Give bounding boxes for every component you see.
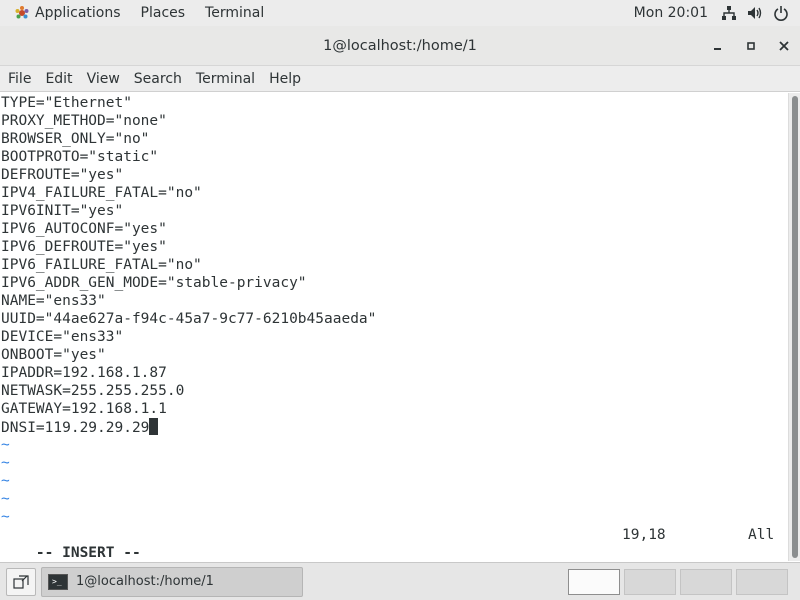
editor-line-text: DNSI=119.29.29.29 — [1, 420, 150, 436]
workspace-switcher — [564, 569, 788, 595]
terminal-scrollbar[interactable] — [788, 93, 800, 561]
places-menu[interactable]: Places — [131, 0, 196, 26]
menu-search[interactable]: Search — [127, 66, 189, 92]
window-controls — [701, 26, 800, 66]
minimize-icon[interactable] — [701, 26, 734, 66]
text-cursor — [149, 418, 159, 435]
insert-mode-indicator: -- INSERT -- — [35, 545, 141, 561]
editor-line: IPV6_DEFROUTE="yes" — [1, 239, 167, 255]
terminal-icon: >_ — [48, 573, 68, 590]
terminal-app-label: Terminal — [205, 5, 265, 21]
taskbar-terminal-task[interactable]: >_ 1@localhost:/home/1 — [41, 566, 303, 597]
workspace-3[interactable] — [680, 569, 732, 595]
editor-line: BOOTPROTO="static" — [1, 149, 159, 165]
menubar: File Edit View Search Terminal Help — [0, 66, 800, 92]
editor-line: BROWSER_ONLY="no" — [1, 131, 150, 147]
empty-line-marker: ~ — [1, 473, 10, 489]
editor-line: UUID="44ae627a-f94c-45a7-9c77-6210b45aae… — [1, 311, 377, 327]
editor-line-current: DNSI=119.29.29.29 — [1, 418, 159, 436]
empty-line-marker: ~ — [1, 437, 10, 453]
editor-line: TYPE="Ethernet" — [1, 95, 132, 111]
window-title: 1@localhost:/home/1 — [323, 37, 477, 54]
applications-label: Applications — [35, 5, 121, 21]
volume-icon[interactable] — [744, 0, 766, 26]
menu-help[interactable]: Help — [262, 66, 308, 92]
menu-edit[interactable]: Edit — [38, 66, 79, 92]
editor-line: DEFROUTE="yes" — [1, 167, 124, 183]
editor-line: IPV4_FAILURE_FATAL="no" — [1, 185, 202, 201]
terminal-view[interactable]: TYPE="Ethernet" PROXY_METHOD="none" BROW… — [0, 93, 788, 561]
editor-line: ONBOOT="yes" — [1, 347, 106, 363]
window-titlebar[interactable]: 1@localhost:/home/1 — [0, 26, 800, 66]
workspace-4[interactable] — [736, 569, 788, 595]
clock[interactable]: Mon 20:01 — [624, 5, 718, 21]
task-label: 1@localhost:/home/1 — [76, 574, 214, 589]
editor-line: PROXY_METHOD="none" — [1, 113, 167, 129]
editor-line: NAME="ens33" — [1, 293, 106, 309]
editor-line: DEVICE="ens33" — [1, 329, 124, 345]
applications-menu[interactable]: Applications — [0, 0, 131, 26]
applications-icon — [15, 6, 29, 19]
editor-line: GATEWAY=192.168.1.1 — [1, 401, 167, 417]
editor-line: IPV6_ADDR_GEN_MODE="stable-privacy" — [1, 275, 307, 291]
empty-line-marker: ~ — [1, 509, 10, 525]
scroll-percent: All — [748, 527, 775, 543]
top-panel: Applications Places Terminal Mon 20:01 — [0, 0, 800, 26]
cursor-position: 19,18 — [622, 527, 666, 543]
menu-file[interactable]: File — [1, 66, 38, 92]
menu-view[interactable]: View — [80, 66, 127, 92]
power-icon[interactable] — [770, 0, 792, 26]
editor-line: IPADDR=192.168.1.87 — [1, 365, 167, 381]
show-desktop-icon — [13, 574, 29, 589]
workspace-2[interactable] — [624, 569, 676, 595]
vim-statusline: -- INSERT -- 19,18 All — [1, 526, 781, 561]
terminal-icon-glyph: >_ — [52, 576, 62, 586]
editor-line: IPV6_FAILURE_FATAL="no" — [1, 257, 202, 273]
empty-line-marker: ~ — [1, 455, 10, 471]
terminal-app-menu[interactable]: Terminal — [195, 0, 274, 26]
show-desktop-button[interactable] — [6, 567, 36, 596]
scrollbar-thumb[interactable] — [792, 96, 798, 558]
editor-line: IPV6INIT="yes" — [1, 203, 124, 219]
editor-line: IPV6_AUTOCONF="yes" — [1, 221, 167, 237]
maximize-icon[interactable] — [734, 26, 767, 66]
close-icon[interactable] — [767, 26, 800, 66]
workspace-1[interactable] — [568, 569, 620, 595]
places-label: Places — [140, 5, 186, 21]
empty-line-marker: ~ — [1, 491, 10, 507]
menu-terminal[interactable]: Terminal — [189, 66, 262, 92]
bottom-taskbar: >_ 1@localhost:/home/1 — [0, 562, 800, 600]
editor-line: NETWASK=255.255.255.0 — [1, 383, 185, 399]
network-icon[interactable] — [718, 0, 740, 26]
